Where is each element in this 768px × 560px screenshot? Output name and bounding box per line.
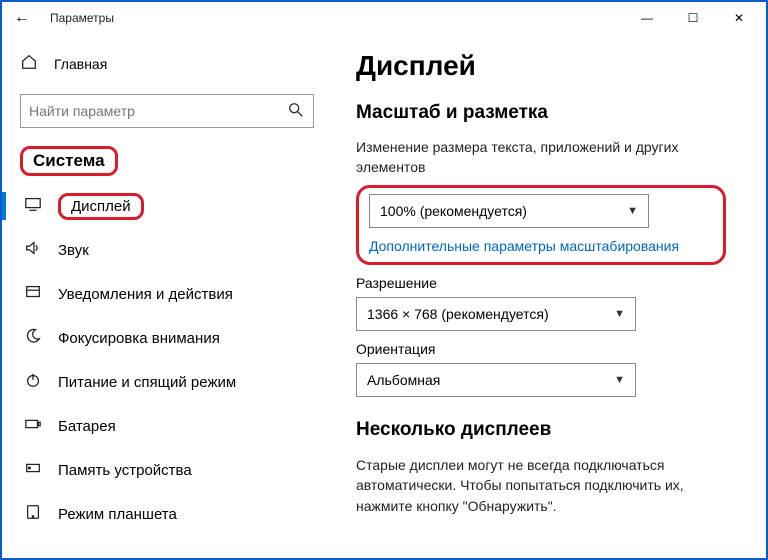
sound-icon: [24, 239, 42, 262]
home-nav[interactable]: Главная: [20, 44, 314, 84]
resolution-select[interactable]: 1366 × 768 (рекомендуется) ▼: [356, 297, 636, 331]
search-icon: [287, 101, 305, 122]
scale-heading: Масштаб и разметка: [356, 102, 742, 124]
nav-label: Дисплей: [58, 193, 144, 220]
chevron-down-icon: ▼: [614, 308, 625, 320]
notify-icon: [24, 283, 42, 306]
moon-icon: [24, 327, 42, 350]
nav-storage[interactable]: Память устройства: [20, 448, 314, 492]
nav-battery[interactable]: Батарея: [20, 404, 314, 448]
resolution-value: 1366 × 768 (рекомендуется): [367, 306, 549, 322]
nav-label: Батарея: [58, 418, 116, 435]
search-box[interactable]: [20, 94, 314, 128]
close-button[interactable]: ✕: [716, 2, 762, 34]
nav-label: Питание и спящий режим: [58, 374, 236, 391]
orientation-select[interactable]: Альбомная ▼: [356, 363, 636, 397]
advanced-scaling-link[interactable]: Дополнительные параметры масштабирования: [369, 238, 679, 254]
scale-value: 100% (рекомендуется): [380, 203, 527, 219]
nav-sound[interactable]: Звук: [20, 228, 314, 272]
section-system: Система: [20, 146, 118, 176]
titlebar: ← Параметры — ☐ ✕: [2, 2, 766, 34]
nav-label: Звук: [58, 242, 89, 259]
nav-tablet[interactable]: Режим планшета: [20, 492, 314, 536]
nav-power[interactable]: Питание и спящий режим: [20, 360, 314, 404]
nav-label: Память устройства: [58, 462, 192, 479]
maximize-button[interactable]: ☐: [670, 2, 716, 34]
chevron-down-icon: ▼: [614, 374, 625, 386]
scale-description: Изменение размера текста, приложений и д…: [356, 138, 742, 177]
nav-label: Уведомления и действия: [58, 286, 233, 303]
multi-displays-heading: Несколько дисплеев: [356, 419, 742, 441]
nav-label: Фокусировка внимания: [58, 330, 220, 347]
storage-icon: [24, 459, 42, 482]
display-icon: [24, 195, 42, 218]
orientation-label: Ориентация: [356, 341, 742, 357]
battery-icon: [24, 415, 42, 438]
main-panel: Дисплей Масштаб и разметка Изменение раз…: [332, 34, 766, 558]
resolution-label: Разрешение: [356, 275, 742, 291]
window-controls: — ☐ ✕: [624, 2, 762, 34]
scale-select[interactable]: 100% (рекомендуется) ▼: [369, 194, 649, 228]
home-label: Главная: [54, 56, 107, 72]
tablet-icon: [24, 503, 42, 526]
back-button[interactable]: ←: [6, 9, 38, 27]
chevron-down-icon: ▼: [627, 205, 638, 217]
nav-focus[interactable]: Фокусировка внимания: [20, 316, 314, 360]
nav-display[interactable]: Дисплей: [20, 184, 314, 228]
home-icon: [20, 53, 38, 76]
page-title: Дисплей: [356, 50, 742, 82]
orientation-value: Альбомная: [367, 372, 440, 388]
nav-list: Дисплей Звук Уведомления и действия Фоку…: [20, 184, 314, 536]
multi-displays-desc: Старые дисплеи могут не всегда подключат…: [356, 455, 742, 516]
window-title: Параметры: [50, 11, 114, 25]
nav-label: Режим планшета: [58, 506, 177, 523]
minimize-button[interactable]: —: [624, 2, 670, 34]
search-input[interactable]: [29, 103, 287, 119]
nav-notifications[interactable]: Уведомления и действия: [20, 272, 314, 316]
power-icon: [24, 371, 42, 394]
sidebar: Главная Система Дисплей Звук Уведомлени: [2, 34, 332, 558]
